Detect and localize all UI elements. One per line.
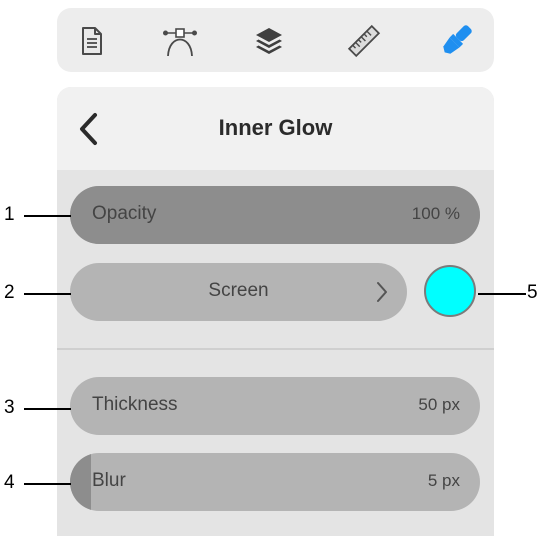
- blur-value: 5 px: [427, 471, 460, 490]
- blend-mode-button[interactable]: Screen: [70, 263, 407, 321]
- blend-mode-label: Screen: [208, 280, 269, 301]
- callout-2-line: [24, 293, 71, 295]
- thickness-slider[interactable]: Thickness 50 px: [70, 377, 480, 435]
- panel-title: Inner Glow: [218, 115, 333, 140]
- color-swatch[interactable]: [424, 265, 476, 317]
- callout-3-line: [24, 408, 71, 410]
- blur-label: Blur: [92, 470, 126, 491]
- layers-icon[interactable]: [252, 24, 286, 58]
- divider: [57, 348, 494, 350]
- callout-5: 5: [527, 282, 538, 303]
- opacity-slider[interactable]: Opacity 100 %: [70, 186, 480, 244]
- callout-1-line: [24, 215, 71, 217]
- callout-5-line: [478, 293, 526, 295]
- inner-glow-panel: Inner Glow Opacity 100 % Screen Thicknes…: [57, 87, 494, 536]
- callout-3: 3: [4, 397, 15, 418]
- paintbrush-icon[interactable]: [439, 24, 473, 58]
- callout-1: 1: [4, 204, 15, 225]
- thickness-label: Thickness: [92, 394, 178, 415]
- blur-slider-fill: [70, 453, 91, 511]
- ruler-icon[interactable]: [347, 24, 381, 58]
- blur-slider[interactable]: Blur 5 px: [70, 453, 480, 511]
- panel-header: Inner Glow: [57, 87, 494, 170]
- opacity-label: Opacity: [92, 203, 157, 224]
- bezier-curve-icon[interactable]: [163, 24, 197, 58]
- thickness-value: 50 px: [418, 395, 460, 414]
- toolbar: [57, 8, 494, 72]
- document-icon[interactable]: [75, 24, 109, 58]
- callout-4: 4: [4, 472, 15, 493]
- opacity-value: 100 %: [411, 204, 460, 223]
- chevron-right-icon: [375, 280, 389, 304]
- callout-4-line: [24, 483, 71, 485]
- callout-2: 2: [4, 282, 15, 303]
